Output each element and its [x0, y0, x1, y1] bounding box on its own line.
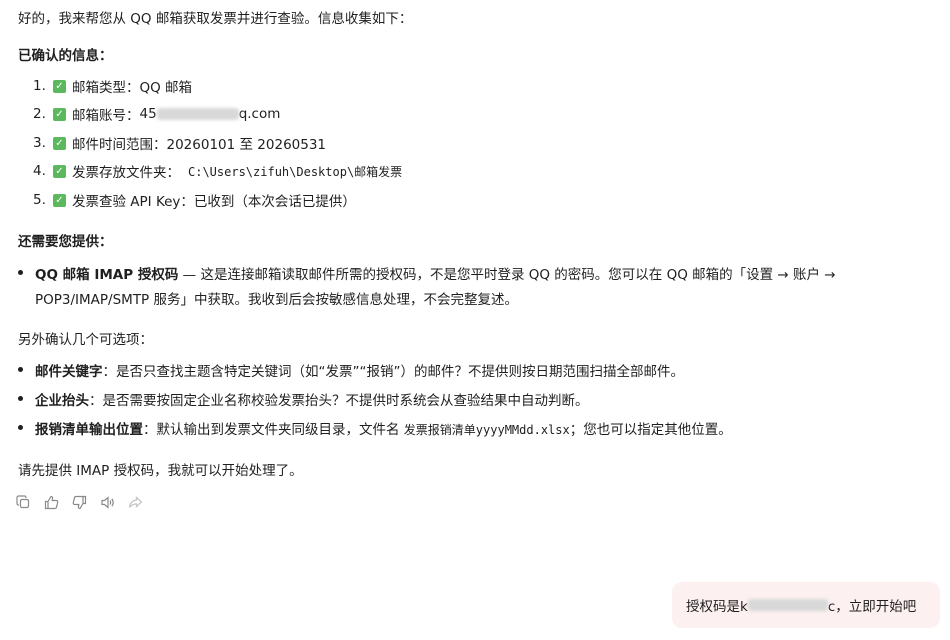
confirmed-item-2: 2. ✓ 邮箱账号： 45 q.com: [33, 104, 280, 124]
share-icon[interactable]: [128, 495, 143, 510]
item-number: 2.: [33, 106, 46, 122]
check-icon: ✓: [53, 164, 66, 178]
confirmed-heading: 已确认的信息：: [18, 48, 113, 64]
redacted-region: [747, 599, 828, 611]
user-message-prefix: 授权码是k: [686, 599, 748, 615]
confirmed-item-5: 5. ✓ 发票查验 API Key： 已收到（本次会话已提供）: [33, 190, 356, 210]
confirmed-item-4: 4. ✓ 发票存放文件夹： C:\Users\zifuh\Desktop\邮箱发…: [33, 161, 402, 181]
needed-item-text-2: POP3/IMAP/SMTP 服务」中获取。我收到后会按敏感信息处理，不会完整复…: [35, 292, 518, 308]
thumbs-down-icon[interactable]: [72, 495, 87, 510]
check-icon: ✓: [53, 79, 66, 93]
bullet-dot: [18, 367, 23, 372]
optional-item-line: 邮件关键字：是否只查找主题含特定关键词（如“发票”“报销”）的邮件？不提供则按日…: [35, 360, 684, 380]
item-label: 邮件时间范围：: [72, 137, 167, 153]
bullet-dot: [18, 396, 23, 401]
needed-item-line-1: QQ 邮箱 IMAP 授权码 — 这是连接邮箱读取邮件所需的授权码，不是您平时登…: [35, 263, 836, 283]
needed-heading: 还需要您提供：: [18, 234, 113, 250]
optional-item-text-before: ：默认输出到发票文件夹同级目录，文件名: [143, 422, 404, 438]
optional-item-text: ：是否需要按固定企业名称校验发票抬头？不提供时系统会从查验结果中自动判断。: [89, 393, 589, 409]
optional-item-line: 报销清单输出位置：默认输出到发票文件夹同级目录，文件名 发票报销清单yyyyMM…: [35, 418, 732, 438]
item-value-suffix: q.com: [238, 106, 281, 122]
needed-item-bold: QQ 邮箱 IMAP 授权码: [35, 267, 179, 283]
bullet-dot: [18, 270, 23, 275]
item-label: 邮箱类型：: [72, 80, 140, 96]
item-number: 3.: [33, 135, 46, 151]
item-value: 已收到（本次会话已提供）: [193, 194, 356, 210]
optional-item-bold: 报销清单输出位置: [35, 422, 143, 438]
user-message-suffix: c，立即开始吧: [827, 599, 917, 615]
bullet-dot: [18, 425, 23, 430]
check-icon: ✓: [53, 193, 66, 207]
optional-item-bold: 企业抬头: [35, 393, 89, 409]
thumbs-up-icon[interactable]: [44, 495, 59, 510]
closing-text: 请先提供 IMAP 授权码，我就可以开始处理了。: [18, 463, 303, 479]
optional-item-text-after: ；您也可以指定其他位置。: [569, 422, 732, 438]
item-number: 4.: [33, 163, 46, 179]
optional-item-bold: 邮件关键字: [35, 364, 103, 380]
check-icon: ✓: [53, 136, 66, 150]
message-actions: [16, 495, 143, 510]
intro-text: 好的，我来帮您从 QQ 邮箱获取发票并进行查验。信息收集如下：: [18, 11, 413, 27]
optional-item-text: ：是否只查找主题含特定关键词（如“发票”“报销”）的邮件？不提供则按日期范围扫描…: [102, 364, 684, 380]
optional-item-line: 企业抬头：是否需要按固定企业名称校验发票抬头？不提供时系统会从查验结果中自动判断…: [35, 389, 589, 409]
item-number: 5.: [33, 192, 46, 208]
copy-icon[interactable]: [16, 495, 31, 510]
item-value: QQ 邮箱: [139, 80, 193, 96]
confirmed-item-1: 1. ✓ 邮箱类型： QQ 邮箱: [33, 76, 192, 96]
item-value: 20260101 至 20260531: [166, 137, 327, 153]
filename-code: 发票报销清单yyyyMMdd.xlsx: [403, 423, 570, 437]
item-label: 发票查验 API Key：: [72, 194, 194, 210]
confirmed-item-3: 3. ✓ 邮件时间范围： 20260101 至 20260531: [33, 133, 326, 153]
item-value: C:\Users\zifuh\Desktop\邮箱发票: [188, 164, 403, 179]
item-value-prefix: 45: [139, 106, 157, 122]
redacted-region: [156, 108, 239, 120]
needed-item-text-1: — 这是连接邮箱读取邮件所需的授权码，不是您平时登录 QQ 的密码。您可以在 Q…: [178, 267, 836, 283]
item-label: 邮箱账号：: [72, 108, 140, 124]
item-number: 1.: [33, 78, 46, 94]
item-label: 发票存放文件夹：: [72, 165, 180, 181]
speaker-icon[interactable]: [100, 495, 115, 510]
optional-heading: 另外确认几个可选项：: [18, 332, 153, 348]
user-message-bubble: 授权码是k c，立即开始吧: [672, 582, 940, 628]
check-icon: ✓: [53, 107, 66, 121]
